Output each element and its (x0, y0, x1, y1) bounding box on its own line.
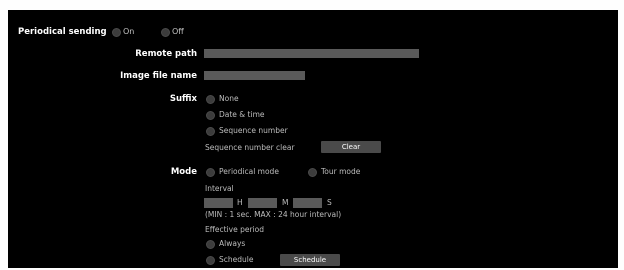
periodical-sending-off-label: Off (172, 27, 184, 36)
mode-label: Mode (170, 167, 197, 177)
schedule-button[interactable]: Schedule (280, 254, 340, 266)
suffix-none-radio[interactable] (206, 95, 215, 104)
image-file-name-label: Image file name (120, 71, 197, 81)
interval-range-note: (MIN : 1 sec. MAX : 24 hour interval) (205, 210, 342, 219)
effective-period-always-radio[interactable] (206, 240, 215, 249)
interval-seconds-unit: S (327, 198, 332, 207)
periodical-sending-off-radio[interactable] (161, 28, 170, 37)
effective-period-always-label: Always (219, 239, 246, 248)
periodical-sending-panel: Periodical sending On Off Remote path Im… (8, 10, 618, 268)
suffix-label: Suffix (169, 94, 197, 104)
image-file-name-input[interactable] (204, 71, 305, 80)
periodical-sending-on-label: On (123, 27, 135, 36)
interval-hours-input[interactable] (204, 198, 233, 208)
interval-seconds-input[interactable] (293, 198, 322, 208)
interval-minutes-unit: M (282, 198, 289, 207)
mode-tour-label: Tour mode (321, 167, 361, 176)
interval-minutes-input[interactable] (248, 198, 277, 208)
interval-label: Interval (205, 184, 234, 193)
mode-tour-radio[interactable] (308, 168, 317, 177)
mode-periodical-label: Periodical mode (219, 167, 279, 176)
remote-path-input[interactable] (204, 49, 419, 58)
suffix-date-time-radio[interactable] (206, 111, 215, 120)
effective-period-label: Effective period (205, 225, 264, 234)
clear-button[interactable]: Clear (321, 141, 381, 153)
suffix-sequence-number-radio[interactable] (206, 127, 215, 136)
suffix-sequence-number-label: Sequence number (219, 126, 288, 135)
periodical-sending-label: Periodical sending (18, 27, 107, 37)
mode-periodical-radio[interactable] (206, 168, 215, 177)
sequence-number-clear-label: Sequence number clear (205, 143, 295, 152)
interval-hours-unit: H (237, 198, 243, 207)
remote-path-label: Remote path (135, 49, 197, 59)
effective-period-schedule-label: Schedule (219, 255, 254, 264)
effective-period-schedule-radio[interactable] (206, 256, 215, 265)
periodical-sending-on-radio[interactable] (112, 28, 121, 37)
suffix-none-label: None (219, 94, 239, 103)
suffix-date-time-label: Date & time (219, 110, 265, 119)
